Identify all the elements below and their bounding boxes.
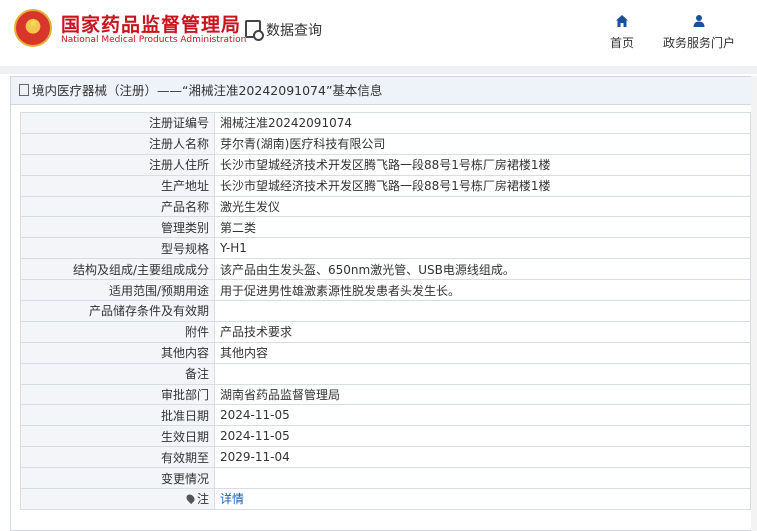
nav-home-label: 首页	[609, 36, 634, 50]
home-icon	[616, 15, 628, 27]
row-value: 产品技术要求	[214, 320, 751, 343]
table-row: 其他内容 其他内容	[20, 341, 751, 364]
row-key: 结构及组成/主要组成成分	[20, 258, 215, 281]
table-row: 注册人名称 芽尔青(湖南)医疗科技有限公司	[20, 132, 751, 155]
table-row: 生效日期 2024-11-05	[20, 425, 751, 448]
row-key: 产品储存条件及有效期	[20, 300, 215, 322]
site-header: 国家药品监督管理局 National Medical Products Admi…	[0, 0, 757, 66]
row-value: 该产品由生发头盔、650nm激光管、USB电源线组成。	[214, 258, 751, 281]
table-row: 审批部门 湖南省药品监督管理局	[20, 383, 751, 406]
row-value: 其他内容	[214, 341, 751, 364]
table-row: 注册人住所 长沙市望城经济技术开发区腾飞路一段88号1号栋厂房裙楼1楼	[20, 153, 751, 176]
row-value: 用于促进男性雄激素源性脱发患者头发生长。	[214, 279, 751, 302]
row-key: 注册证编号	[20, 112, 215, 134]
table-row: 型号规格 Y-H1	[20, 237, 751, 260]
search-document-icon[interactable]	[245, 20, 264, 41]
row-value: 2029-11-04	[214, 446, 751, 469]
site-title-en: National Medical Products Administration	[61, 35, 247, 45]
table-row: 附件 产品技术要求	[20, 320, 751, 343]
row-value: 湖南省药品监督管理局	[214, 383, 751, 406]
nav-home[interactable]: 首页	[604, 14, 640, 51]
row-key: 生产地址	[20, 174, 215, 197]
nav-service-label: 政务服务门户	[662, 36, 735, 50]
note-key: 注	[196, 492, 209, 507]
row-key: 型号规格	[20, 237, 215, 260]
row-value: 第二类	[214, 216, 751, 239]
table-row: 批准日期 2024-11-05	[20, 404, 751, 427]
row-value: 长沙市望城经济技术开发区腾飞路一段88号1号栋厂房裙楼1楼	[214, 153, 751, 176]
row-key: 注册人名称	[20, 132, 215, 155]
scrollbar[interactable]	[751, 76, 757, 531]
detail-panel: 境内医疗器械（注册）——“湘械注准20242091074”基本信息 注册证编号湘…	[10, 76, 757, 531]
table-row: 结构及组成/主要组成成分 该产品由生发头盔、650nm激光管、USB电源线组成。	[20, 258, 751, 281]
info-table: 注册证编号 湘械注准20242091074 注册人名称 芽尔青(湖南)医疗科技有限公…	[20, 112, 751, 510]
table-row: 生产地址 长沙市望城经济技术开发区腾飞路一段88号1号栋厂房裙楼1楼	[20, 174, 751, 197]
table-row: 有效期至 2029-11-04	[20, 446, 751, 469]
panel-heading-text: 境内医疗器械（注册）——“湘械注准20242091074”基本信息	[32, 83, 383, 98]
row-value: 详情	[214, 488, 751, 510]
table-row: 产品储存条件及有效期	[20, 300, 751, 322]
row-key: 生效日期	[20, 425, 215, 448]
row-key: 产品名称	[20, 195, 215, 218]
row-key: 附件	[20, 320, 215, 343]
row-key: 注	[20, 488, 215, 510]
row-value	[214, 300, 751, 322]
nav-service-portal[interactable]: 政务服务门户	[660, 14, 738, 51]
user-icon	[693, 15, 705, 27]
document-icon	[19, 84, 29, 96]
table-row: 备注	[20, 362, 751, 385]
row-key: 有效期至	[20, 446, 215, 469]
header-divider	[0, 66, 757, 74]
row-value: 激光生发仪	[214, 195, 751, 218]
row-key: 审批部门	[20, 383, 215, 406]
table-row: 适用范围/预期用途 用于促进男性雄激素源性脱发患者头发生长。	[20, 279, 751, 302]
row-value: 湘械注准20242091074	[214, 112, 751, 134]
table-row: 变更情况	[20, 467, 751, 490]
row-value: 2024-11-05	[214, 404, 751, 427]
row-value: Y-H1	[214, 237, 751, 260]
table-row: 注册证编号 湘械注准20242091074	[20, 112, 751, 134]
row-key: 注册人住所	[20, 153, 215, 176]
row-key: 管理类别	[20, 216, 215, 239]
row-value: 2024-11-05	[214, 425, 751, 448]
row-value: 芽尔青(湖南)医疗科技有限公司	[214, 132, 751, 155]
row-key: 备注	[20, 362, 215, 385]
details-link[interactable]: 详情	[220, 492, 244, 506]
table-row: 管理类别 第二类	[20, 216, 751, 239]
data-query-link[interactable]: 数据查询	[266, 20, 322, 40]
row-value	[214, 467, 751, 490]
site-title-cn: 国家药品监督管理局	[61, 14, 242, 36]
row-value	[214, 362, 751, 385]
national-emblem-logo	[14, 9, 52, 47]
table-row: 产品名称 激光生发仪	[20, 195, 751, 218]
table-row: 注 详情	[20, 488, 751, 510]
row-key: 适用范围/预期用途	[20, 279, 215, 302]
pin-icon	[184, 493, 197, 505]
row-key: 批准日期	[20, 404, 215, 427]
panel-heading: 境内医疗器械（注册）——“湘械注准20242091074”基本信息	[11, 77, 756, 105]
row-value: 长沙市望城经济技术开发区腾飞路一段88号1号栋厂房裙楼1楼	[214, 174, 751, 197]
row-key: 变更情况	[20, 467, 215, 490]
row-key: 其他内容	[20, 341, 215, 364]
